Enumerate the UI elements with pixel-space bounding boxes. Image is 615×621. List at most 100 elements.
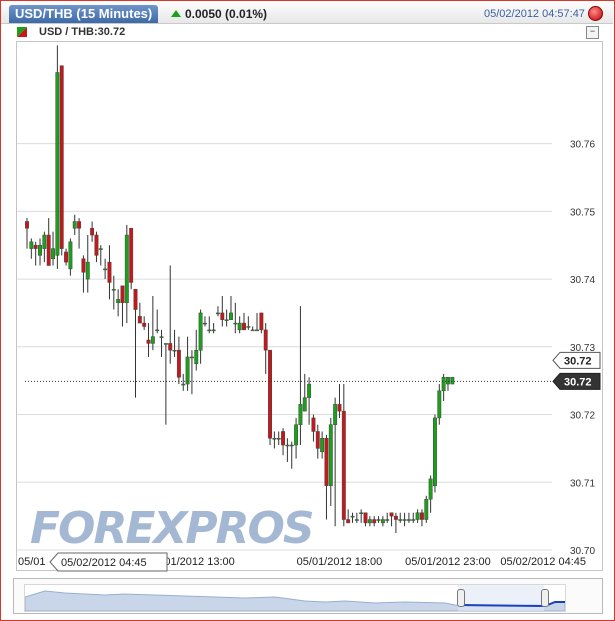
candle: [346, 509, 351, 524]
last-price-label: 30.72: [564, 355, 592, 367]
candle: [111, 275, 116, 310]
candle-body-up: [333, 404, 338, 425]
candle: [376, 516, 381, 523]
candle: [285, 438, 290, 462]
candle: [437, 384, 442, 425]
candle: [38, 238, 42, 266]
y-tick-label: 30.76: [570, 140, 595, 151]
candle-body-down: [81, 258, 86, 273]
candle-body-up: [424, 498, 429, 520]
candle: [402, 512, 407, 527]
last-close-tag: 30.72: [552, 372, 601, 390]
candle: [341, 384, 346, 527]
candle-body-down: [168, 343, 173, 351]
candle: [320, 431, 325, 459]
candle: [81, 255, 86, 293]
candle: [372, 516, 377, 527]
candle: [90, 221, 95, 242]
candle: [124, 224, 129, 324]
last-close-label: 30.72: [564, 376, 592, 388]
candle: [155, 309, 160, 334]
candle: [419, 509, 424, 527]
candle-body-up: [98, 248, 103, 250]
candle: [315, 424, 320, 459]
candle-body-up: [207, 329, 212, 332]
candle: [46, 218, 51, 266]
x-tick-label: 05/01: [18, 556, 46, 568]
candle-body-down: [259, 312, 264, 331]
candle: [211, 323, 216, 334]
y-tick-label: 30.72: [570, 411, 595, 422]
candle: [294, 417, 299, 459]
candle-body-up: [350, 515, 355, 518]
navigator-track[interactable]: [24, 584, 566, 612]
candle: [59, 65, 64, 256]
candle: [328, 417, 333, 506]
candle-body-up: [441, 377, 446, 392]
candle-body-up: [202, 322, 207, 325]
candle-body-up: [233, 322, 238, 325]
candle: [302, 373, 307, 412]
candle-body-down: [59, 65, 64, 249]
candle: [107, 245, 112, 300]
candle-body-up: [255, 329, 259, 332]
candle-body-up: [450, 377, 455, 385]
candle: [29, 238, 34, 259]
candle-body-up: [250, 329, 255, 332]
candle-body-down: [324, 437, 329, 486]
candle-body-down: [242, 322, 246, 331]
candle: [246, 316, 251, 330]
candle: [333, 397, 338, 527]
candle: [168, 265, 173, 364]
candle-body-down: [129, 228, 134, 283]
candle-body-down: [220, 312, 225, 320]
candle-body-up: [294, 424, 299, 446]
y-tick-label: 30.71: [570, 478, 595, 489]
candle: [298, 306, 303, 446]
candle-body-up: [111, 288, 116, 291]
candle-body-down: [281, 431, 286, 446]
candle-body-up: [367, 519, 372, 524]
crosshair-date-label: 05/02/2012 04:45: [61, 557, 147, 569]
candle-body-up: [376, 519, 381, 521]
candle-body-up: [298, 404, 303, 425]
candle: [220, 296, 225, 327]
candle: [415, 509, 420, 523]
candle-body-down: [419, 512, 424, 520]
candle-body-up: [172, 349, 177, 352]
candle: [359, 509, 364, 523]
candle-body-up: [302, 397, 307, 412]
candle-body-up: [155, 329, 160, 332]
candle-body-up: [211, 329, 216, 332]
candle: [398, 512, 403, 523]
candle: [272, 431, 277, 449]
candle-body-up: [29, 241, 34, 249]
candle-body-down: [133, 288, 138, 310]
candle-body-down: [146, 339, 151, 344]
candle-body-down: [176, 349, 181, 378]
candle-body-up: [328, 424, 333, 486]
crosshair-date-tag: 05/02/2012 04:45: [49, 552, 168, 572]
candle: [94, 231, 99, 263]
candle-body-up: [72, 221, 77, 229]
candle: [25, 218, 29, 249]
candle-body-up: [398, 519, 403, 521]
candle-body-up: [124, 234, 129, 304]
candle-body-up: [437, 390, 442, 419]
navigator-right-handle[interactable]: [541, 589, 549, 607]
candle: [276, 431, 281, 446]
candle: [103, 258, 108, 280]
candle: [263, 323, 268, 374]
candle: [389, 512, 394, 527]
candle: [77, 218, 82, 249]
x-tick-label: 05/02/2012 04:45: [500, 556, 586, 568]
candle-body-up: [38, 244, 42, 256]
candle: [411, 512, 416, 523]
candle-body-down: [311, 417, 316, 432]
candle: [85, 235, 90, 293]
candle: [202, 316, 207, 327]
navigator-panel[interactable]: [13, 578, 603, 614]
navigator-left-handle[interactable]: [457, 589, 465, 607]
navigator-sparkline: [24, 585, 566, 612]
candle: [259, 312, 264, 334]
